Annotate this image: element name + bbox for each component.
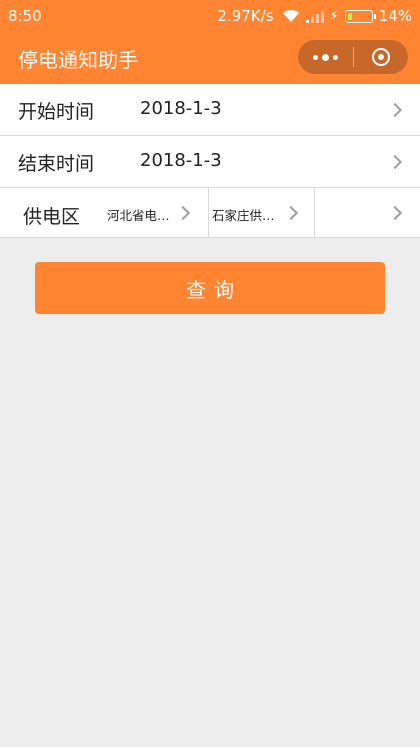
start-time-row[interactable]: 开始时间 2018-1-3: [0, 84, 420, 136]
chevron-right-icon: [175, 205, 191, 221]
start-time-label: 开始时间: [18, 101, 95, 123]
miniprogram-capsule: [298, 40, 408, 74]
network-speed: 2.97K/s: [217, 7, 274, 25]
battery-icon: [344, 9, 376, 23]
nav-bar: 停电通知助手: [0, 32, 420, 84]
region-city-picker[interactable]: 石家庄供…: [209, 188, 315, 237]
charging-icon: ⚡: [329, 8, 339, 24]
chevron-right-icon: [387, 154, 403, 170]
supply-region-label: 供电区: [23, 206, 81, 228]
region-province-value: 河北省电…: [107, 208, 170, 223]
end-time-row[interactable]: 结束时间 2018-1-3: [0, 136, 420, 188]
signal-icon: [305, 10, 324, 23]
region-city-value: 石家庄供…: [212, 208, 275, 223]
status-bar: 8:50 2.97K/s ⚡ 14%: [0, 0, 420, 32]
chevron-right-icon: [283, 205, 299, 221]
filter-form: 开始时间 2018-1-3 结束时间 2018-1-3 供电区 河北省电… 石家…: [0, 84, 420, 238]
wifi-icon: [282, 9, 299, 22]
chevron-right-icon: [387, 102, 403, 118]
region-district-picker[interactable]: [315, 188, 420, 237]
battery-percent: 14%: [378, 7, 412, 25]
status-time: 8:50: [8, 7, 42, 25]
region-province-picker[interactable]: 供电区 河北省电…: [0, 188, 209, 237]
more-icon[interactable]: [298, 40, 353, 74]
end-time-value: 2018-1-3: [140, 150, 222, 171]
supply-region-row: 供电区 河北省电… 石家庄供…: [0, 188, 420, 238]
page-title: 停电通知助手: [18, 48, 138, 72]
end-time-label: 结束时间: [18, 153, 95, 175]
chevron-right-icon: [387, 205, 403, 221]
query-button[interactable]: 查询: [35, 262, 385, 314]
close-miniprogram-icon[interactable]: [354, 40, 408, 74]
start-time-value: 2018-1-3: [140, 98, 222, 119]
status-right: 2.97K/s ⚡ 14%: [217, 7, 412, 25]
